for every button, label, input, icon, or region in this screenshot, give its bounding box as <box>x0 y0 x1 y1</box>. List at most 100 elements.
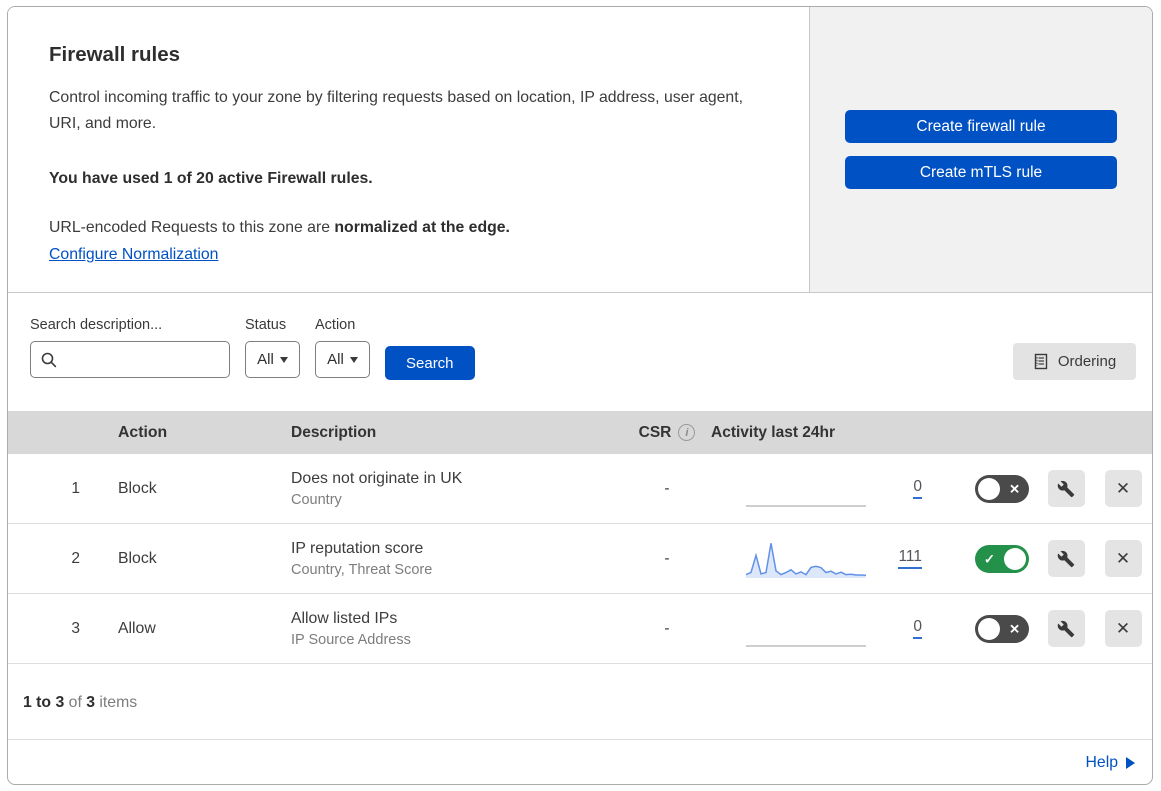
rule-csr: - <box>623 480 711 498</box>
table-row: 3 Allow Allow listed IPs IP Source Addre… <box>8 594 1152 664</box>
status-dropdown[interactable]: All <box>245 341 300 378</box>
rule-description-cell: IP reputation score Country, Threat Scor… <box>291 540 623 578</box>
page-title: Firewall rules <box>49 43 769 67</box>
status-toggle[interactable]: ✓ ✕ <box>975 475 1029 503</box>
delete-rule-button[interactable]: ✕ <box>1105 470 1142 507</box>
search-box <box>30 341 230 378</box>
rule-delete-cell: ✕ <box>1094 610 1152 647</box>
rule-csr: - <box>623 620 711 638</box>
rule-priority: 1 <box>8 480 96 498</box>
activity-count-link[interactable]: 111 <box>898 548 922 569</box>
intro-panel: Firewall rules Control incoming traffic … <box>8 7 810 292</box>
rule-toggle-cell: ✓ ✕ <box>946 475 1038 503</box>
csr-header-label: CSR <box>639 424 672 442</box>
edit-rule-button[interactable] <box>1048 610 1085 647</box>
activity-sparkline <box>746 539 866 579</box>
toggle-knob <box>1004 548 1026 570</box>
ordering-icon <box>1033 353 1049 370</box>
page-description: Control incoming traffic to your zone by… <box>49 85 769 137</box>
pagination-total: 3 <box>86 694 95 711</box>
normalization-text: URL-encoded Requests to this zone are <box>49 219 334 236</box>
close-icon: ✕ <box>1116 620 1130 637</box>
rule-activity-cell: 0 <box>711 469 946 509</box>
filter-bar: Search description... Status All Action … <box>8 293 1152 411</box>
rule-action: Block <box>96 550 291 568</box>
search-input[interactable] <box>65 351 219 368</box>
pagination-of: of <box>64 694 86 711</box>
toggle-knob <box>978 618 1000 640</box>
chevron-down-icon <box>350 357 358 363</box>
firewall-rules-card: Firewall rules Control incoming traffic … <box>7 6 1153 785</box>
close-icon: ✕ <box>1116 480 1130 497</box>
delete-rule-button[interactable]: ✕ <box>1105 610 1142 647</box>
rule-description: Allow listed IPs <box>291 610 623 628</box>
activity-count-link[interactable]: 0 <box>913 478 922 499</box>
edit-rule-button[interactable] <box>1048 470 1085 507</box>
activity-sparkline <box>746 469 866 509</box>
ordering-button-label: Ordering <box>1058 353 1116 370</box>
status-dropdown-value: All <box>257 351 274 368</box>
table-body: 1 Block Does not originate in UK Country… <box>8 454 1152 664</box>
rule-csr: - <box>623 550 711 568</box>
pagination-status: 1 to 3 of 3 items <box>8 664 1152 740</box>
rule-delete-cell: ✕ <box>1094 470 1152 507</box>
status-toggle[interactable]: ✓ ✕ <box>975 545 1029 573</box>
help-link-label: Help <box>1086 754 1119 772</box>
chevron-right-icon <box>1126 757 1135 769</box>
search-icon <box>41 352 57 368</box>
rule-activity-cell: 111 <box>711 539 946 579</box>
action-dropdown-value: All <box>327 351 344 368</box>
create-firewall-rule-button[interactable]: Create firewall rule <box>845 110 1117 143</box>
actions-panel: Create firewall rule Create mTLS rule <box>810 7 1152 292</box>
usage-summary: You have used 1 of 20 active Firewall ru… <box>49 170 769 188</box>
column-header-description: Description <box>291 424 623 442</box>
status-label: Status <box>245 317 300 333</box>
rule-edit-cell <box>1038 610 1094 647</box>
status-filter-group: Status All <box>245 317 300 378</box>
header-section: Firewall rules Control incoming traffic … <box>8 7 1152 293</box>
delete-rule-button[interactable]: ✕ <box>1105 540 1142 577</box>
rule-description: Does not originate in UK <box>291 470 623 488</box>
rule-fields: IP Source Address <box>291 632 623 648</box>
normalization-note: URL-encoded Requests to this zone are no… <box>49 219 769 237</box>
search-group: Search description... <box>30 317 230 378</box>
x-icon: ✕ <box>1009 482 1020 495</box>
rule-action: Block <box>96 480 291 498</box>
rule-fields: Country, Threat Score <box>291 562 623 578</box>
column-header-activity: Activity last 24hr <box>711 424 946 442</box>
check-icon: ✓ <box>984 552 995 565</box>
rule-toggle-cell: ✓ ✕ <box>946 545 1038 573</box>
rule-toggle-cell: ✓ ✕ <box>946 615 1038 643</box>
search-button[interactable]: Search <box>385 346 475 380</box>
create-mtls-rule-button[interactable]: Create mTLS rule <box>845 156 1117 189</box>
wrench-icon <box>1057 480 1075 498</box>
normalization-bold-text: normalized at the edge. <box>334 219 510 236</box>
column-header-csr: CSR i <box>623 424 711 442</box>
rule-delete-cell: ✕ <box>1094 540 1152 577</box>
wrench-icon <box>1057 550 1075 568</box>
ordering-button[interactable]: Ordering <box>1013 343 1136 380</box>
rule-action: Allow <box>96 620 291 638</box>
configure-normalization-link[interactable]: Configure Normalization <box>49 246 218 263</box>
rule-activity-cell: 0 <box>711 609 946 649</box>
action-label: Action <box>315 317 370 333</box>
status-toggle[interactable]: ✓ ✕ <box>975 615 1029 643</box>
pagination-range: 1 to 3 <box>23 694 64 711</box>
help-row: Help <box>8 740 1152 785</box>
help-link[interactable]: Help <box>1086 754 1136 772</box>
activity-count-link[interactable]: 0 <box>913 618 922 639</box>
x-icon: ✕ <box>1009 622 1020 635</box>
activity-sparkline <box>746 609 866 649</box>
rule-description-cell: Allow listed IPs IP Source Address <box>291 610 623 648</box>
pagination-items: items <box>95 694 137 711</box>
column-header-action: Action <box>96 424 291 442</box>
search-label: Search description... <box>30 317 230 333</box>
info-icon[interactable]: i <box>678 424 695 441</box>
toggle-knob <box>978 478 1000 500</box>
action-dropdown[interactable]: All <box>315 341 370 378</box>
rule-edit-cell <box>1038 540 1094 577</box>
action-filter-group: Action All <box>315 317 370 378</box>
rule-description: IP reputation score <box>291 540 623 558</box>
edit-rule-button[interactable] <box>1048 540 1085 577</box>
rule-description-cell: Does not originate in UK Country <box>291 470 623 508</box>
